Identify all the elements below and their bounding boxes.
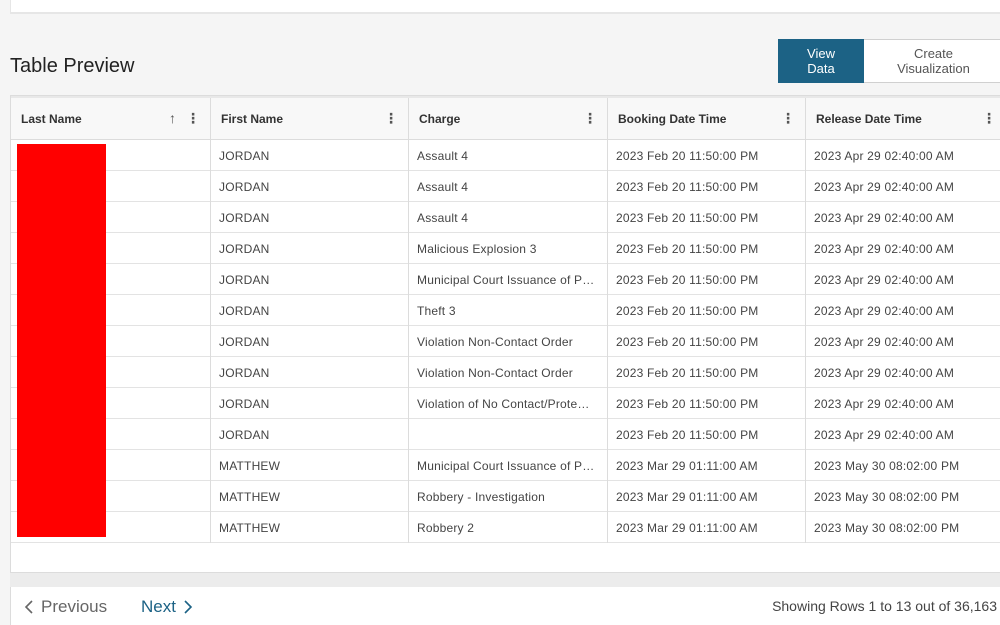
kebab-menu-icon[interactable]: ⋮ [781,110,795,126]
cell-charge: Assault 4 [409,140,608,171]
top-card [10,0,1000,14]
table-row[interactable]: JORDAN Violation Non-Contact Order 2023 Fe… [11,326,1000,357]
table-header: Last Name ↑ ⋮ First Name ⋮ Charge ⋮ Book… [11,96,1000,140]
cell-charge: Malicious Explosion 3 [409,233,608,264]
cell-first-name: JORDAN [211,171,409,202]
cell-release-date-time: 2023 Apr 29 02:40:00 AM [814,272,955,287]
cell-release-date-time: 2023 Apr 29 02:40:00 AM [814,210,955,225]
cell-booking-date-time: 2023 Feb 20 11:50:00 PM [608,233,806,264]
table-row[interactable]: JORDAN Assault 4 2023 Feb 20 11:50:00 PM 20… [11,202,1000,233]
cell-booking-date-time: 2023 Feb 20 11:50:00 PM [608,202,806,233]
column-header-label: Release Date Time [816,112,922,126]
table-row[interactable]: JORDAN 2023 Feb 20 11:50:00 PM 2023 Apr 29… [11,419,1000,450]
cell-first-name: JORDAN [211,295,409,326]
cell-booking-date-time: 2023 Feb 20 11:50:00 PM [608,140,806,171]
cell-release-date-time: 2023 Apr 29 02:40:00 AM [814,365,955,380]
cell-booking-date-time: 2023 Mar 29 01:11:00 AM [608,481,806,512]
footer-divider [10,573,1000,587]
cell-booking-date-time: 2023 Feb 20 11:50:00 PM [608,357,806,388]
cell-charge: Theft 3 [409,295,608,326]
cell-charge: Assault 4 [409,171,608,202]
table-row[interactable]: JORDAN Violation Non-Contact Order 2023 Fe… [11,357,1000,388]
cell-release-date-time: 2023 Apr 29 02:40:00 AM [814,148,955,163]
cell-booking-date-time: 2023 Mar 29 01:11:00 AM [608,512,806,543]
chevron-left-icon [24,600,33,614]
table-row[interactable]: JORDAN Theft 3 2023 Feb 20 11:50:00 PM 2023… [11,295,1000,326]
column-header-charge[interactable]: Charge ⋮ [409,98,608,140]
redaction-block [17,144,106,537]
kebab-menu-icon[interactable]: ⋮ [982,110,996,126]
cell-release-date-time: 2023 May 30 08:02:00 PM [814,489,960,504]
kebab-menu-icon[interactable]: ⋮ [186,110,200,126]
cell-charge: Robbery 2 [409,512,608,543]
cell-booking-date-time: 2023 Feb 20 11:50:00 PM [608,171,806,202]
table-row[interactable]: JORDAN Assault 4 2023 Feb 20 11:50:00 PM 20… [11,171,1000,202]
cell-first-name: JORDAN [211,357,409,388]
data-table: Last Name ↑ ⋮ First Name ⋮ Charge ⋮ Book… [10,95,1000,573]
cell-release-date-time: 2023 Apr 29 02:40:00 AM [814,241,955,256]
cell-charge: Violation Non-Contact Order [409,326,608,357]
column-header-label: Charge [419,112,461,126]
cell-release-date-time: 2023 Apr 29 02:40:00 AM [814,427,955,442]
table-row[interactable]: JORDAN Violation of No Contact/Prote… 2023… [11,388,1000,419]
rows-info: Showing Rows 1 to 13 out of 36,163 [772,598,997,614]
previous-label: Previous [41,597,108,616]
cell-release-date-time: 2023 Apr 29 02:40:00 AM [814,396,955,411]
cell-first-name: JORDAN [211,388,409,419]
cell-first-name: JORDAN [211,140,409,171]
cell-booking-date-time: 2023 Feb 20 11:50:00 PM [608,326,806,357]
cell-booking-date-time: 2023 Feb 20 11:50:00 PM [608,264,806,295]
cell-first-name: MATTHEW [211,512,409,543]
kebab-menu-icon[interactable]: ⋮ [583,110,597,126]
cell-release-date-time: 2023 Apr 29 02:40:00 AM [814,334,955,349]
column-header-first-name[interactable]: First Name ⋮ [211,98,409,140]
column-header-last-name[interactable]: Last Name ↑ ⋮ [11,98,211,140]
cell-first-name: MATTHEW [211,450,409,481]
cell-first-name: JORDAN [211,419,409,450]
table-row[interactable]: MATTHEW Municipal Court Issuance of P… 202… [11,450,1000,481]
column-header-label: Last Name [21,112,82,126]
cell-release-date-time: 2023 May 30 08:02:00 PM [814,520,960,535]
cell-charge [409,419,608,450]
cell-first-name: JORDAN [211,202,409,233]
column-header-release-date-time[interactable]: Release Date Time ⋮ [806,98,1000,140]
cell-charge: Violation Non-Contact Order [409,357,608,388]
cell-release-date-time: 2023 May 30 08:02:00 PM [814,458,960,473]
arrow-up-icon[interactable]: ↑ [169,110,176,126]
cell-first-name: JORDAN [211,326,409,357]
cell-first-name: JORDAN [211,233,409,264]
previous-button[interactable]: Previous [23,597,107,617]
cell-charge: Violation of No Contact/Prote… [409,388,608,419]
chevron-right-icon [184,600,193,614]
create-visualization-button[interactable]: Create Visualization [864,39,1000,83]
view-data-button[interactable]: View Data [778,39,864,83]
table-row[interactable]: JORDAN Malicious Explosion 3 2023 Feb 20 1… [11,233,1000,264]
cell-charge: Robbery - Investigation [409,481,608,512]
next-button[interactable]: Next [141,597,194,617]
column-header-label: Booking Date Time [618,112,727,126]
table-row[interactable]: JORDAN Municipal Court Issuance of P… 2023… [11,264,1000,295]
cell-booking-date-time: 2023 Feb 20 11:50:00 PM [608,295,806,326]
cell-booking-date-time: 2023 Feb 20 11:50:00 PM [608,388,806,419]
pagination: Previous Next Showing Rows 1 to 13 out o… [10,587,1000,625]
table-row[interactable]: MATTHEW Robbery 2 2023 Mar 29 01:11:00 AM 2… [11,512,1000,543]
kebab-menu-icon[interactable]: ⋮ [384,110,398,126]
cell-charge: Municipal Court Issuance of P… [409,264,608,295]
cell-first-name: MATTHEW [211,481,409,512]
column-header-label: First Name [221,112,284,126]
next-label: Next [141,597,176,616]
section-title: Table Preview [10,55,135,77]
cell-booking-date-time: 2023 Mar 29 01:11:00 AM [608,450,806,481]
cell-release-date-time: 2023 Apr 29 02:40:00 AM [814,179,955,194]
column-header-booking-date-time[interactable]: Booking Date Time ⋮ [608,98,806,140]
table-row[interactable]: MATTHEW Robbery - Investigation 2023 Mar 2… [11,481,1000,512]
cell-first-name: JORDAN [211,264,409,295]
cell-charge: Assault 4 [409,202,608,233]
view-toggle: View Data Create Visualization [778,39,1000,83]
cell-release-date-time: 2023 Apr 29 02:40:00 AM [814,303,955,318]
cell-charge: Municipal Court Issuance of P… [409,450,608,481]
cell-booking-date-time: 2023 Feb 20 11:50:00 PM [608,419,806,450]
table-row[interactable]: JORDAN Assault 4 2023 Feb 20 11:50:00 PM 20… [11,140,1000,171]
